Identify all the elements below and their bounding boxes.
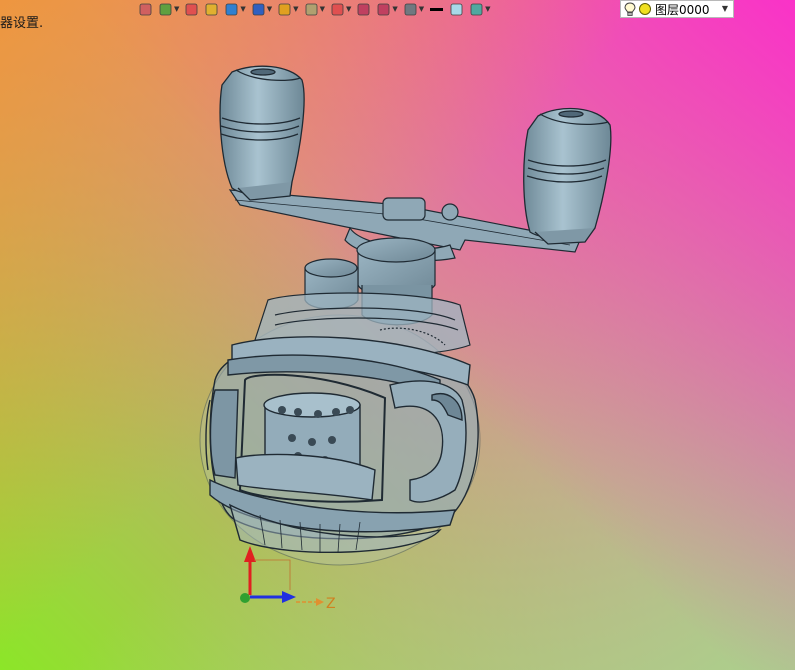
triad-origin <box>240 593 250 603</box>
axis-triad: Z <box>240 546 336 612</box>
graphics-viewport[interactable]: 器设置. ▼ ▼ ▼ ▼ ▼ ▼ ▼ ▼ ▼ 图层0000 ▼ Z <box>0 0 795 670</box>
z-axis-arrowhead <box>316 598 324 606</box>
x-axis-arrowhead <box>282 591 296 603</box>
z-axis-label: Z <box>326 596 336 612</box>
triad-plane-outline <box>254 559 291 590</box>
